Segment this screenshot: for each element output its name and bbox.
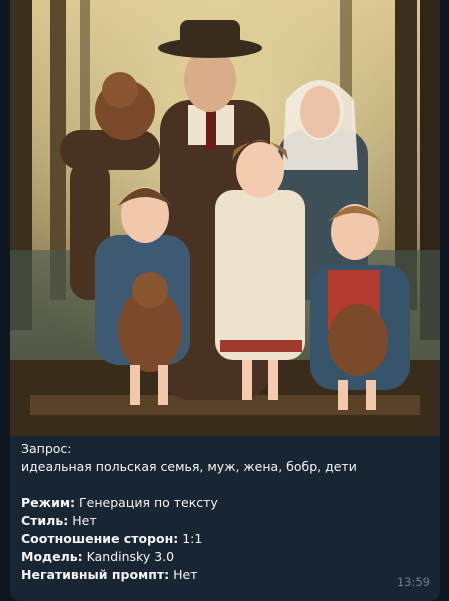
request-label: Запрос: (21, 441, 72, 456)
field-mode: Режим: Генерация по тексту (21, 494, 430, 512)
field-label: Модель: (21, 549, 83, 564)
field-value: Нет (72, 513, 97, 528)
message-bubble[interactable]: Запрос: идеальная польская семья, муж, ж… (10, 0, 440, 601)
generated-image[interactable] (10, 0, 440, 436)
field-value: Нет (173, 567, 198, 582)
field-value: 1:1 (182, 531, 203, 546)
request-text: идеальная польская семья, муж, жена, боб… (21, 459, 357, 474)
field-label: Негативный промпт: (21, 567, 170, 582)
field-negative-prompt: Негативный промпт: Нет (21, 566, 430, 584)
field-style: Стиль: Нет (21, 512, 430, 530)
field-label: Стиль: (21, 513, 69, 528)
field-value: Kandinsky 3.0 (86, 549, 175, 564)
field-label: Соотношение сторон: (21, 531, 179, 546)
scrollbar[interactable] (443, 0, 449, 601)
field-value: Генерация по тексту (79, 495, 218, 510)
field-label: Режим: (21, 495, 76, 510)
field-aspect-ratio: Соотношение сторон: 1:1 (21, 530, 430, 548)
message-caption: Запрос: идеальная польская семья, муж, ж… (21, 440, 430, 584)
field-model: Модель: Kandinsky 3.0 (21, 548, 430, 566)
message-timestamp: 13:59 (396, 575, 430, 589)
